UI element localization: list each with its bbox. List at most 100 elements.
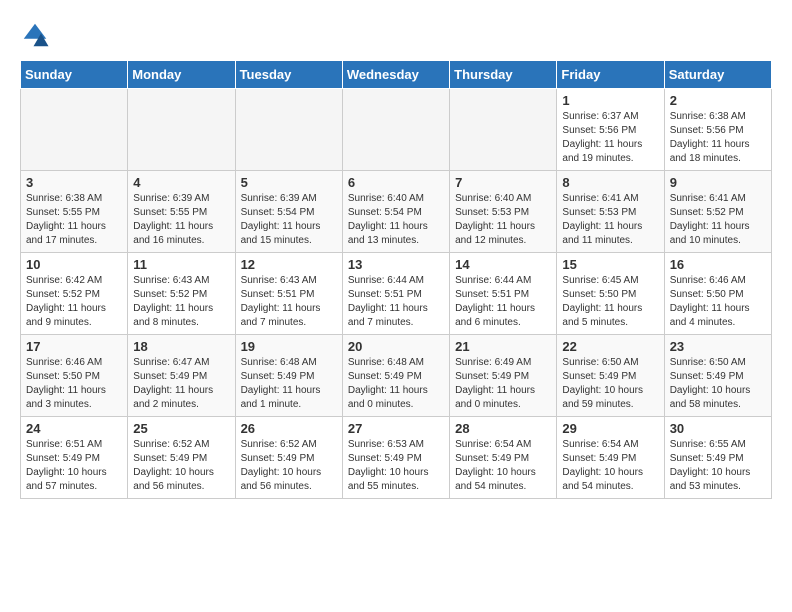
day-number: 22 — [562, 339, 658, 354]
day-number: 29 — [562, 421, 658, 436]
day-info: Sunrise: 6:38 AM Sunset: 5:55 PM Dayligh… — [26, 192, 122, 248]
day-number: 9 — [670, 175, 766, 190]
day-info: Sunrise: 6:52 AM Sunset: 5:49 PM Dayligh… — [133, 438, 229, 494]
calendar-cell: 19 Sunrise: 6:48 AM Sunset: 5:49 PM Dayli… — [235, 335, 342, 417]
calendar: SundayMondayTuesdayWednesdayThursdayFrid… — [20, 60, 772, 499]
day-number: 18 — [133, 339, 229, 354]
logo-icon — [20, 20, 50, 50]
calendar-cell: 13Sunrise: 6:44 AM Sunset: 5:51 PM Dayli… — [342, 253, 449, 335]
calendar-cell: 18 Sunrise: 6:47 AM Sunset: 5:49 PM Dayli… — [128, 335, 235, 417]
day-info: Sunrise: 6:45 AM Sunset: 5:50 PM Dayligh… — [562, 274, 658, 330]
day-info: Sunrise: 6:55 AM Sunset: 5:49 PM Dayligh… — [670, 438, 766, 494]
day-info: Sunrise: 6:37 AM Sunset: 5:56 PM Dayligh… — [562, 110, 658, 166]
calendar-cell: 16Sunrise: 6:46 AM Sunset: 5:50 PM Dayli… — [664, 253, 771, 335]
calendar-cell: 25 Sunrise: 6:52 AM Sunset: 5:49 PM Dayli… — [128, 417, 235, 499]
day-info: Sunrise: 6:44 AM Sunset: 5:51 PM Dayligh… — [455, 274, 551, 330]
calendar-cell: 5 Sunrise: 6:39 AM Sunset: 5:54 PM Daylig… — [235, 171, 342, 253]
day-info: Sunrise: 6:47 AM Sunset: 5:49 PM Dayligh… — [133, 356, 229, 412]
calendar-header-saturday: Saturday — [664, 61, 771, 89]
calendar-cell: 1 Sunrise: 6:37 AM Sunset: 5:56 PM Daylig… — [557, 89, 664, 171]
day-number: 4 — [133, 175, 229, 190]
day-info: Sunrise: 6:48 AM Sunset: 5:49 PM Dayligh… — [348, 356, 444, 412]
day-number: 21 — [455, 339, 551, 354]
day-info: Sunrise: 6:54 AM Sunset: 5:49 PM Dayligh… — [562, 438, 658, 494]
day-info: Sunrise: 6:40 AM Sunset: 5:53 PM Dayligh… — [455, 192, 551, 248]
calendar-cell: 24 Sunrise: 6:51 AM Sunset: 5:49 PM Dayli… — [21, 417, 128, 499]
day-info: Sunrise: 6:39 AM Sunset: 5:55 PM Dayligh… — [133, 192, 229, 248]
calendar-cell: 17 Sunrise: 6:46 AM Sunset: 5:50 PM Dayli… — [21, 335, 128, 417]
calendar-cell: 21Sunrise: 6:49 AM Sunset: 5:49 PM Dayli… — [450, 335, 557, 417]
day-number: 17 — [26, 339, 122, 354]
day-number: 19 — [241, 339, 337, 354]
day-number: 28 — [455, 421, 551, 436]
day-info: Sunrise: 6:50 AM Sunset: 5:49 PM Dayligh… — [562, 356, 658, 412]
page-header — [20, 20, 772, 50]
calendar-cell: 28 Sunrise: 6:54 AM Sunset: 5:49 PM Dayli… — [450, 417, 557, 499]
logo — [20, 20, 54, 50]
day-info: Sunrise: 6:41 AM Sunset: 5:53 PM Dayligh… — [562, 192, 658, 248]
calendar-cell: 22 Sunrise: 6:50 AM Sunset: 5:49 PM Dayli… — [557, 335, 664, 417]
calendar-cell — [21, 89, 128, 171]
calendar-cell: 2 Sunrise: 6:38 AM Sunset: 5:56 PM Daylig… — [664, 89, 771, 171]
calendar-cell: 9Sunrise: 6:41 AM Sunset: 5:52 PM Daylig… — [664, 171, 771, 253]
calendar-cell: 26Sunrise: 6:52 AM Sunset: 5:49 PM Dayli… — [235, 417, 342, 499]
calendar-week-3: 17 Sunrise: 6:46 AM Sunset: 5:50 PM Dayli… — [21, 335, 772, 417]
day-number: 12 — [241, 257, 337, 272]
calendar-header-row: SundayMondayTuesdayWednesdayThursdayFrid… — [21, 61, 772, 89]
day-number: 2 — [670, 93, 766, 108]
day-info: Sunrise: 6:48 AM Sunset: 5:49 PM Dayligh… — [241, 356, 337, 412]
day-number: 6 — [348, 175, 444, 190]
calendar-cell: 14 Sunrise: 6:44 AM Sunset: 5:51 PM Dayli… — [450, 253, 557, 335]
calendar-cell: 4 Sunrise: 6:39 AM Sunset: 5:55 PM Daylig… — [128, 171, 235, 253]
calendar-cell — [128, 89, 235, 171]
calendar-cell: 11 Sunrise: 6:43 AM Sunset: 5:52 PM Dayli… — [128, 253, 235, 335]
calendar-cell: 7 Sunrise: 6:40 AM Sunset: 5:53 PM Daylig… — [450, 171, 557, 253]
day-number: 3 — [26, 175, 122, 190]
day-number: 11 — [133, 257, 229, 272]
calendar-cell — [342, 89, 449, 171]
day-number: 27 — [348, 421, 444, 436]
day-info: Sunrise: 6:38 AM Sunset: 5:56 PM Dayligh… — [670, 110, 766, 166]
day-info: Sunrise: 6:42 AM Sunset: 5:52 PM Dayligh… — [26, 274, 122, 330]
calendar-cell — [235, 89, 342, 171]
day-info: Sunrise: 6:50 AM Sunset: 5:49 PM Dayligh… — [670, 356, 766, 412]
calendar-cell: 6Sunrise: 6:40 AM Sunset: 5:54 PM Daylig… — [342, 171, 449, 253]
day-info: Sunrise: 6:51 AM Sunset: 5:49 PM Dayligh… — [26, 438, 122, 494]
day-number: 1 — [562, 93, 658, 108]
calendar-cell: 10 Sunrise: 6:42 AM Sunset: 5:52 PM Dayli… — [21, 253, 128, 335]
day-number: 23 — [670, 339, 766, 354]
day-number: 8 — [562, 175, 658, 190]
calendar-cell: 12 Sunrise: 6:43 AM Sunset: 5:51 PM Dayli… — [235, 253, 342, 335]
calendar-cell: 27 Sunrise: 6:53 AM Sunset: 5:49 PM Dayli… — [342, 417, 449, 499]
calendar-cell: 29 Sunrise: 6:54 AM Sunset: 5:49 PM Dayli… — [557, 417, 664, 499]
calendar-header-friday: Friday — [557, 61, 664, 89]
day-number: 14 — [455, 257, 551, 272]
calendar-week-0: 1 Sunrise: 6:37 AM Sunset: 5:56 PM Daylig… — [21, 89, 772, 171]
day-info: Sunrise: 6:53 AM Sunset: 5:49 PM Dayligh… — [348, 438, 444, 494]
calendar-cell: 20 Sunrise: 6:48 AM Sunset: 5:49 PM Dayli… — [342, 335, 449, 417]
day-info: Sunrise: 6:54 AM Sunset: 5:49 PM Dayligh… — [455, 438, 551, 494]
day-number: 25 — [133, 421, 229, 436]
day-info: Sunrise: 6:43 AM Sunset: 5:52 PM Dayligh… — [133, 274, 229, 330]
day-info: Sunrise: 6:46 AM Sunset: 5:50 PM Dayligh… — [26, 356, 122, 412]
day-info: Sunrise: 6:52 AM Sunset: 5:49 PM Dayligh… — [241, 438, 337, 494]
day-number: 24 — [26, 421, 122, 436]
calendar-cell: 8 Sunrise: 6:41 AM Sunset: 5:53 PM Daylig… — [557, 171, 664, 253]
day-number: 10 — [26, 257, 122, 272]
calendar-week-2: 10 Sunrise: 6:42 AM Sunset: 5:52 PM Dayli… — [21, 253, 772, 335]
day-info: Sunrise: 6:39 AM Sunset: 5:54 PM Dayligh… — [241, 192, 337, 248]
day-number: 16 — [670, 257, 766, 272]
calendar-header-thursday: Thursday — [450, 61, 557, 89]
calendar-cell: 23 Sunrise: 6:50 AM Sunset: 5:49 PM Dayli… — [664, 335, 771, 417]
day-number: 5 — [241, 175, 337, 190]
day-number: 13 — [348, 257, 444, 272]
day-number: 20 — [348, 339, 444, 354]
calendar-header-monday: Monday — [128, 61, 235, 89]
day-info: Sunrise: 6:43 AM Sunset: 5:51 PM Dayligh… — [241, 274, 337, 330]
calendar-week-1: 3 Sunrise: 6:38 AM Sunset: 5:55 PM Daylig… — [21, 171, 772, 253]
day-number: 7 — [455, 175, 551, 190]
calendar-week-4: 24 Sunrise: 6:51 AM Sunset: 5:49 PM Dayli… — [21, 417, 772, 499]
calendar-cell — [450, 89, 557, 171]
calendar-header-sunday: Sunday — [21, 61, 128, 89]
day-number: 30 — [670, 421, 766, 436]
